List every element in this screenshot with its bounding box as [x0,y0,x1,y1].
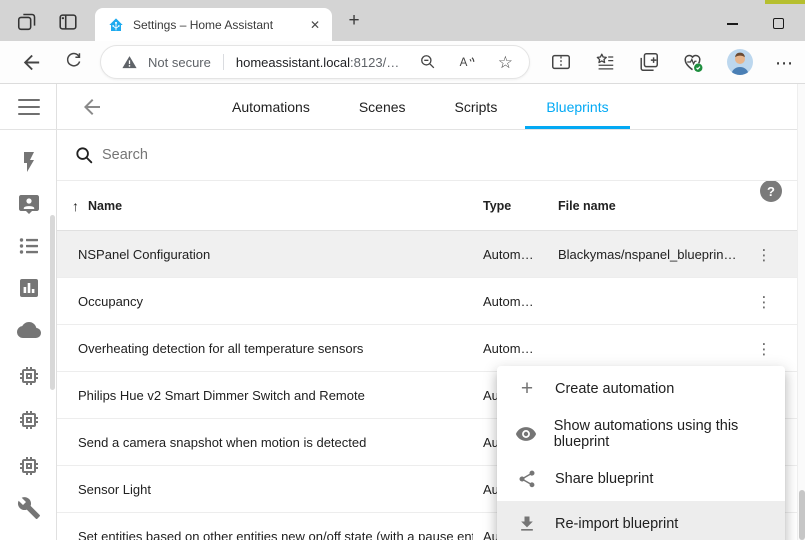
tab-stack-icon[interactable] [16,11,38,33]
row-name: Philips Hue v2 Smart Dimmer Switch and R… [78,372,365,419]
favorite-star-icon[interactable]: ☆ [498,54,513,71]
new-tab-button[interactable]: + [342,9,366,33]
ha-back-icon[interactable] [80,95,104,119]
chip-icon[interactable] [17,408,41,432]
column-header-type[interactable]: Type [483,181,511,231]
table-row[interactable]: NSPanel Configuration Autom… Blackymas/n… [57,231,805,278]
split-screen-icon[interactable] [550,51,574,75]
search-row [57,130,805,181]
browser-essentials-icon[interactable] [681,51,705,75]
row-menu-icon[interactable]: ⋮ [754,278,774,325]
bar-chart-icon[interactable] [17,276,41,300]
share-icon [515,467,539,491]
tab-close-icon[interactable]: ✕ [306,16,324,34]
window-maximize-button[interactable] [773,18,784,29]
window-minimize-button[interactable] [727,23,738,25]
table-header: ↑ Name Type File name [57,181,805,231]
tab-title: Settings – Home Assistant [133,18,306,32]
settings-more-icon[interactable]: ⋯ [772,51,796,75]
menu-item-share-blueprint[interactable]: Share blueprint [497,456,785,501]
column-header-file[interactable]: File name [558,181,616,231]
menu-icon[interactable] [18,99,40,115]
not-secure-warning-icon [121,54,138,71]
row-file: Blackymas/nspanel_blueprin… [558,231,736,278]
row-name: Set entities based on other entities new… [78,513,473,540]
column-label-name: Name [88,199,122,213]
wrench-icon[interactable] [17,496,41,520]
menu-item-label: Share blueprint [555,471,653,487]
tab-blueprints[interactable]: Blueprints [546,84,608,129]
blueprint-context-menu: + Create automation Show automations usi… [497,366,785,540]
zoom-out-icon[interactable] [418,52,438,72]
sidebar-scrollbar[interactable] [50,215,55,390]
plus-icon: + [515,377,539,401]
security-label[interactable]: Not secure [148,55,211,70]
cloud-icon[interactable] [17,318,41,342]
svg-text:A: A [459,56,467,69]
column-header-name[interactable]: ↑ Name [72,181,122,231]
read-aloud-icon[interactable]: A [458,52,478,72]
row-name: Overheating detection for all temperatur… [78,325,363,372]
search-icon [73,144,95,166]
row-name: Send a camera snapshot when motion is de… [78,419,366,466]
row-name: NSPanel Configuration [78,231,210,278]
table-row[interactable]: Occupancy Autom… ⋮ [57,278,805,325]
row-menu-icon[interactable]: ⋮ [754,325,774,372]
desktop-corner-sliver [765,0,805,4]
browser-toolbar: Not secure homeassistant.local:8123/… A … [0,41,805,84]
row-type: Autom… [483,231,534,278]
collections-icon[interactable] [638,51,662,75]
browser-tab-strip: Settings – Home Assistant ✕ + [0,0,805,41]
home-assistant-app: Automations Scenes Scripts Blueprints ? … [0,84,805,540]
favorites-bar-icon[interactable] [594,51,618,75]
home-assistant-favicon [108,17,124,33]
person-badge-icon[interactable] [17,192,41,216]
tab-scripts[interactable]: Scripts [455,84,498,129]
eye-icon [515,422,538,446]
download-icon [515,512,539,536]
row-menu-icon[interactable]: ⋮ [754,231,774,278]
menu-item-show-automations[interactable]: Show automations using this blueprint [497,411,785,456]
page-scrollbar-thumb[interactable] [799,490,805,540]
url-suffix: :8123/… [350,55,399,70]
menu-item-label: Re-import blueprint [555,516,678,532]
page-scrollbar[interactable] [797,84,805,540]
profile-avatar[interactable] [727,49,753,75]
side-panel-icon[interactable] [57,11,79,33]
row-type: Autom… [483,278,534,325]
url-text[interactable]: homeassistant.local:8123/… [236,55,399,70]
row-type: Autom… [483,325,534,372]
row-name: Sensor Light [78,466,151,513]
ha-nav-tabs: Automations Scenes Scripts Blueprints [232,84,609,129]
url-divider [223,54,224,70]
tab-scenes[interactable]: Scenes [359,84,406,129]
browser-tab-active[interactable]: Settings – Home Assistant ✕ [95,8,332,41]
menu-item-create-automation[interactable]: + Create automation [497,366,785,411]
list-icon[interactable] [17,234,41,258]
ha-sidebar [0,84,57,540]
row-name: Occupancy [78,278,143,325]
menu-item-label: Show automations using this blueprint [554,418,785,450]
back-icon[interactable] [20,51,44,75]
url-host: homeassistant.local [236,55,350,70]
table-row[interactable]: Overheating detection for all temperatur… [57,325,805,372]
tab-automations[interactable]: Automations [232,84,310,129]
chip-icon[interactable] [17,364,41,388]
lightning-icon[interactable] [17,150,41,174]
sort-ascending-icon: ↑ [72,198,79,214]
search-input[interactable] [102,147,422,163]
refresh-icon[interactable] [63,51,87,75]
chip-icon[interactable] [17,454,41,478]
address-bar[interactable]: Not secure homeassistant.local:8123/… A … [100,45,530,79]
menu-item-label: Create automation [555,381,674,397]
menu-item-reimport-blueprint[interactable]: Re-import blueprint [497,501,785,540]
